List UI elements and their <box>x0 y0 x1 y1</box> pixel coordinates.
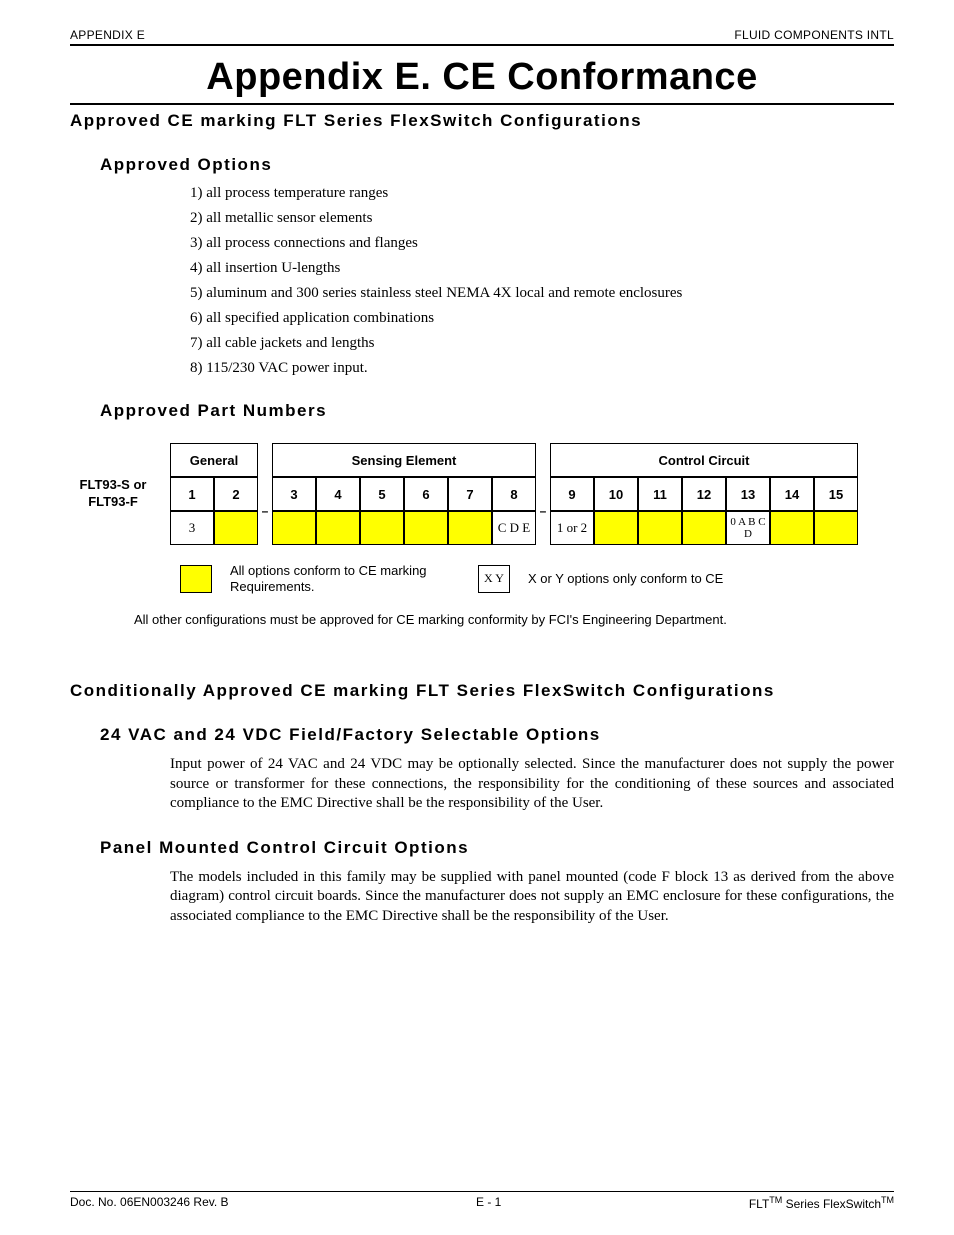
section-approved-parts: Approved Part Numbers <box>100 401 894 421</box>
col-num: 2 <box>214 477 258 511</box>
col-num: 12 <box>682 477 726 511</box>
config-note: All other configurations must be approve… <box>134 612 894 627</box>
section-conditional: Conditionally Approved CE marking FLT Se… <box>70 681 894 701</box>
header-left: APPENDIX E <box>70 28 145 42</box>
section-panel: Panel Mounted Control Circuit Options <box>100 838 894 858</box>
section-approved-options: Approved Options <box>100 155 894 175</box>
tm-icon: TM <box>881 1195 894 1205</box>
part-number-table-wrap: FLT93-S or FLT93-F General Sensing Eleme… <box>70 443 894 545</box>
col-num: 3 <box>272 477 316 511</box>
group-control: Control Circuit <box>550 443 858 477</box>
cell-val <box>448 511 492 545</box>
col-num: 15 <box>814 477 858 511</box>
cell-val: 1 or 2 <box>550 511 594 545</box>
legend: All options conform to CE marking Requir… <box>180 563 894 594</box>
table-row: 3 C D E 1 or 2 0 A B C D <box>170 511 858 545</box>
dash-icon: – <box>258 477 272 545</box>
list-item: 5) aluminum and 300 series stainless ste… <box>190 285 894 302</box>
col-num: 6 <box>404 477 448 511</box>
col-num: 5 <box>360 477 404 511</box>
spacer <box>536 443 550 477</box>
page: APPENDIX E FLUID COMPONENTS INTL Appendi… <box>0 0 954 1235</box>
footer-right: FLTTM Series FlexSwitchTM <box>749 1195 894 1211</box>
col-num: 14 <box>770 477 814 511</box>
group-sensing: Sensing Element <box>272 443 536 477</box>
cell-val <box>404 511 448 545</box>
footer-left: Doc. No. 06EN003246 Rev. B <box>70 1195 229 1211</box>
cell-val <box>272 511 316 545</box>
header-right: FLUID COMPONENTS INTL <box>734 28 894 42</box>
cell-val <box>682 511 726 545</box>
list-item: 3) all process connections and flanges <box>190 235 894 252</box>
group-general: General <box>170 443 258 477</box>
cell-val <box>770 511 814 545</box>
col-num: 1 <box>170 477 214 511</box>
legend-swatch-yellow <box>180 565 212 593</box>
col-num: 11 <box>638 477 682 511</box>
dash-icon: – <box>536 477 550 545</box>
col-num: 13 <box>726 477 770 511</box>
legend-text-b: X or Y options only conform to CE <box>528 571 723 586</box>
cell-val <box>638 511 682 545</box>
cell-val <box>594 511 638 545</box>
cell-val <box>360 511 404 545</box>
tm-icon: TM <box>769 1195 782 1205</box>
table-row: General Sensing Element Control Circuit <box>170 443 858 477</box>
legend-text-a: All options conform to CE marking Requir… <box>230 563 460 594</box>
part-number-table: General Sensing Element Control Circuit … <box>170 443 858 545</box>
col-num: 8 <box>492 477 536 511</box>
legend-swatch-xy: X Y <box>478 565 510 593</box>
paragraph-panel: The models included in this family may b… <box>170 868 894 927</box>
page-header: APPENDIX E FLUID COMPONENTS INTL <box>70 28 894 46</box>
col-num: 7 <box>448 477 492 511</box>
row-label: FLT93-S or FLT93-F <box>70 477 156 511</box>
list-item: 7) all cable jackets and lengths <box>190 335 894 352</box>
section-24v: 24 VAC and 24 VDC Field/Factory Selectab… <box>100 725 894 745</box>
spacer <box>258 443 272 477</box>
section-approved-config: Approved CE marking FLT Series FlexSwitc… <box>70 111 894 131</box>
cell-val <box>814 511 858 545</box>
list-item: 2) all metallic sensor elements <box>190 210 894 227</box>
list-item: 1) all process temperature ranges <box>190 185 894 202</box>
cell-val: 0 A B C D <box>726 511 770 545</box>
page-title: Appendix E. CE Conformance <box>70 56 894 105</box>
list-item: 4) all insertion U-lengths <box>190 260 894 277</box>
cell-val <box>316 511 360 545</box>
cell-val: 3 <box>170 511 214 545</box>
paragraph-24v: Input power of 24 VAC and 24 VDC may be … <box>170 755 894 814</box>
col-num: 9 <box>550 477 594 511</box>
list-item: 8) 115/230 VAC power input. <box>190 360 894 377</box>
options-list: 1) all process temperature ranges 2) all… <box>70 185 894 377</box>
list-item: 6) all specified application combination… <box>190 310 894 327</box>
col-num: 4 <box>316 477 360 511</box>
col-num: 10 <box>594 477 638 511</box>
table-row: 1 2 – 3 4 5 6 7 8 – 9 10 11 12 13 14 15 <box>170 477 858 511</box>
footer-center: E - 1 <box>476 1195 501 1211</box>
cell-val: C D E <box>492 511 536 545</box>
page-footer: Doc. No. 06EN003246 Rev. B E - 1 FLTTM S… <box>70 1191 894 1211</box>
cell-val <box>214 511 258 545</box>
